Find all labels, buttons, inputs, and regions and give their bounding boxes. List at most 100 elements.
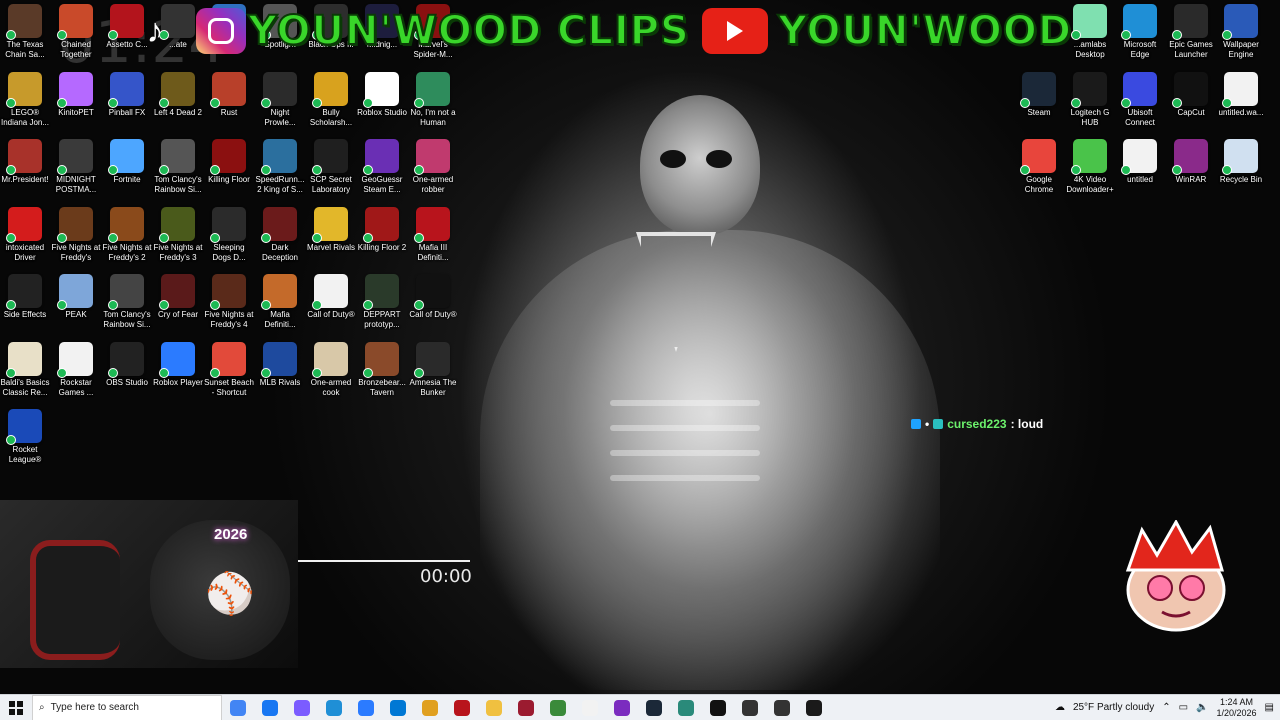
capcut-icon xyxy=(1172,72,1208,108)
desktop-icon-label: Call of Duty® xyxy=(409,310,457,319)
taskbar-app-icon[interactable] xyxy=(390,699,406,716)
desktop-icon[interactable]: Fortnite xyxy=(101,139,153,185)
taskbar-app-icon[interactable] xyxy=(710,699,726,716)
desktop-icon[interactable]: SpeedRunn... 2 King of S... xyxy=(254,139,306,195)
desktop-icon[interactable]: Call of Duty® xyxy=(305,274,357,320)
wallpaper-skull xyxy=(640,95,760,235)
taskbar-app-icon[interactable] xyxy=(294,699,310,716)
desktop-icon[interactable]: untitled.wa... xyxy=(1215,72,1267,118)
taskbar-app-icon[interactable] xyxy=(326,699,342,716)
desktop-icon[interactable]: Google Chrome xyxy=(1013,139,1065,195)
notifications-icon[interactable]: ▤ xyxy=(1265,702,1274,713)
desktop-icon[interactable]: Five Nights at Freddy's 4 xyxy=(203,274,255,330)
desktop-icon[interactable]: WinRAR xyxy=(1165,139,1217,185)
desktop-icon[interactable]: 4K Video Downloader+ xyxy=(1064,139,1116,195)
desktop-icon[interactable]: One-armed cook xyxy=(305,341,357,398)
desktop-icon[interactable]: Baldi's Basics Classic Re... xyxy=(0,341,51,398)
desktop-icon[interactable]: Killing Floor 2 xyxy=(356,206,408,253)
desktop-icon[interactable]: SCP Secret Laboratory xyxy=(305,139,357,195)
sync-check-icon xyxy=(312,232,322,243)
taskbar-clock[interactable]: 1:24 AM 1/20/2026 xyxy=(1217,697,1257,719)
desktop-icon[interactable]: Logitech G HUB xyxy=(1064,72,1116,128)
desktop-icon[interactable]: Dark Deception xyxy=(254,206,306,263)
desktop-icon[interactable]: Rocket League® xyxy=(0,409,51,465)
bully-icon xyxy=(312,71,348,108)
taskbar-search[interactable]: ⌕ Type here to search xyxy=(32,694,222,720)
midnight-postman-icon xyxy=(57,139,93,175)
sync-check-icon xyxy=(108,165,118,175)
desktop-icon[interactable]: Amnesia The Bunker xyxy=(407,341,459,398)
desktop-icon[interactable]: PEAK xyxy=(50,274,102,320)
desktop-icon[interactable]: Five Nights at Freddy's 3 xyxy=(152,206,204,263)
taskbar-app-icon[interactable] xyxy=(454,699,470,716)
desktop-icon[interactable]: intoxicated Driver xyxy=(0,206,51,263)
taskbar-app-icon[interactable] xyxy=(486,699,502,716)
sync-check-icon xyxy=(159,97,169,108)
desktop-icon[interactable]: One-armed robber xyxy=(407,139,459,195)
taskbar-app-icon[interactable] xyxy=(550,699,566,716)
weather-text[interactable]: 25°F Partly cloudy xyxy=(1073,702,1154,713)
desktop-icon[interactable]: Bully Scholarsh... xyxy=(305,71,357,128)
desktop-icon[interactable]: Steam xyxy=(1013,72,1065,118)
desktop-icon[interactable]: Recycle Bin xyxy=(1215,139,1267,185)
network-icon[interactable]: ▭ xyxy=(1179,702,1188,713)
desktop-icon[interactable]: MIDNIGHT POSTMA... xyxy=(50,139,102,195)
desktop-icon[interactable]: Side Effects xyxy=(0,274,51,320)
taskbar-app-icon[interactable] xyxy=(774,699,790,716)
desktop-icon[interactable]: GeoGuessr Steam E... xyxy=(356,139,408,195)
start-button[interactable] xyxy=(0,695,32,720)
desktop-icon[interactable]: Roblox Studio xyxy=(356,71,408,118)
desktop-icon[interactable]: Pinball FX xyxy=(101,71,153,118)
desktop-icon[interactable]: Killing Floor xyxy=(203,139,255,185)
desktop-icon[interactable]: Roblox Player xyxy=(152,341,204,388)
desktop-icon[interactable]: Night Prowle... xyxy=(254,71,306,128)
taskbar-app-icon[interactable] xyxy=(614,699,630,716)
desktop-icon[interactable]: Mafia Definiti... xyxy=(254,274,306,330)
desktop-icon[interactable]: untitled xyxy=(1114,139,1166,185)
desktop-icon[interactable]: Epic Games Launcher xyxy=(1165,4,1217,60)
desktop-icon[interactable]: Mr.President! xyxy=(0,139,51,185)
search-placeholder: Type here to search xyxy=(50,702,139,713)
desktop-icon[interactable]: LEGO® Indiana Jon... xyxy=(0,71,51,128)
taskbar-app-icon[interactable] xyxy=(582,699,598,716)
wallpaper-eye-left xyxy=(660,150,686,168)
call-of-duty-icon xyxy=(414,274,450,310)
desktop-icon[interactable]: MLB Rivals xyxy=(254,341,306,388)
desktop-icon[interactable]: Tom Clancy's Rainbow Si... xyxy=(101,274,153,330)
taskbar-app-icon[interactable] xyxy=(262,699,278,716)
taskbar-app-icon[interactable] xyxy=(518,699,534,716)
desktop-icon[interactable]: Bronzebear... Tavern xyxy=(356,341,408,398)
desktop-icon[interactable]: Microsoft Edge xyxy=(1114,4,1166,60)
desktop-icon[interactable]: No, I'm not a Human xyxy=(407,71,459,128)
volume-icon[interactable]: 🔈 xyxy=(1196,702,1208,713)
desktop-icon[interactable]: Rockstar Games ... xyxy=(50,341,102,398)
taskbar-app-icon[interactable] xyxy=(230,699,246,716)
desktop-icon[interactable]: DEPPART prototyp... xyxy=(356,274,408,330)
desktop-icon[interactable]: Wallpaper Engine xyxy=(1215,4,1267,60)
desktop-icon[interactable]: KinitoPET xyxy=(50,71,102,118)
desktop-icon[interactable]: Tom Clancy's Rainbow Si... xyxy=(152,139,204,195)
desktop-icon[interactable]: Call of Duty® xyxy=(407,274,459,320)
taskbar-app-icon[interactable] xyxy=(358,699,374,716)
desktop-icon[interactable]: Marvel Rivals xyxy=(305,206,357,253)
desktop-icon[interactable]: Left 4 Dead 2 xyxy=(152,71,204,118)
desktop-icon[interactable]: Cry of Fear xyxy=(152,274,204,320)
desktop-icon[interactable]: OBS Studio xyxy=(101,341,153,388)
desktop-icon[interactable]: Five Nights at Freddy's xyxy=(50,206,102,263)
taskbar-app-icon[interactable] xyxy=(678,699,694,716)
desktop-icon[interactable]: Ubisoft Connect xyxy=(1114,72,1166,128)
desktop-icon[interactable]: Sleeping Dogs D... xyxy=(203,206,255,263)
desktop-icon[interactable]: CapCut xyxy=(1165,72,1217,118)
desktop-icon[interactable]: Sunset Beach - Shortcut xyxy=(203,341,255,398)
taskbar-app-icon[interactable] xyxy=(806,699,822,716)
desktop-icon[interactable]: Rust xyxy=(203,71,255,118)
desktop-icon[interactable]: The Texas Chain Sa... xyxy=(0,4,51,60)
taskbar-app-icon[interactable] xyxy=(422,699,438,716)
banner-text-right: YOUN'WOOD xyxy=(777,7,1073,55)
taskbar-app-icon[interactable] xyxy=(646,699,662,716)
chevron-up-icon[interactable]: ⌃ xyxy=(1162,702,1170,713)
desktop-icon[interactable]: Mafia III Definiti... xyxy=(407,206,459,263)
desktop-icon[interactable]: Five Nights at Freddy's 2 xyxy=(101,206,153,263)
desktop-icon[interactable]: Chained Together xyxy=(50,4,102,60)
taskbar-app-icon[interactable] xyxy=(742,699,758,716)
